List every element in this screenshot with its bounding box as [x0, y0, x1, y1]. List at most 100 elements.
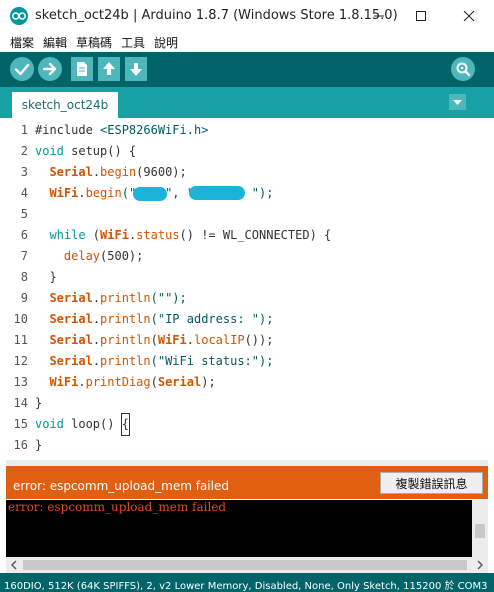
line-number: 1: [20, 123, 28, 137]
menu-file[interactable]: 檔案: [10, 34, 34, 51]
code-line: 1 #include <ESP8266WiFi.h>: [6, 120, 488, 141]
upload-icon: [42, 62, 57, 76]
save-button[interactable]: [125, 57, 147, 81]
line-number: 3: [20, 165, 28, 179]
code-token: status: [136, 228, 180, 242]
line-number: 14: [13, 396, 28, 410]
copy-error-button[interactable]: 複製錯誤訊息: [380, 472, 483, 494]
window-title: sketch_oct24b | Arduino 1.8.7 (Windows S…: [35, 8, 398, 23]
matching-bracket: {: [120, 413, 130, 436]
code-token: .: [78, 186, 86, 200]
code-line: 12 Serial.println("WiFi status:");: [6, 351, 488, 372]
line-number: 11: [13, 333, 28, 347]
scroll-right-button[interactable]: [472, 557, 488, 573]
menu-edit[interactable]: 編輯: [43, 34, 67, 51]
code-line: 5: [6, 204, 488, 225]
line-number: 9: [20, 291, 28, 305]
redaction-mark: [133, 187, 167, 201]
code-token: #include: [35, 123, 101, 137]
verify-icon: [14, 63, 30, 76]
code-token: .: [92, 165, 101, 179]
scroll-left-button[interactable]: [6, 557, 22, 573]
code-token: }: [35, 438, 43, 452]
verify-button[interactable]: [10, 57, 34, 81]
new-icon: [77, 62, 87, 76]
code-token: Serial: [157, 375, 202, 389]
code-line: 14 }: [6, 393, 488, 414]
line-number: 16: [13, 438, 28, 452]
error-message: error: espcomm_upload_mem failed: [13, 479, 229, 493]
menu-sketch[interactable]: 草稿碼: [76, 34, 112, 51]
toolbar: [0, 52, 494, 87]
code-line: 10 Serial.println("IP address: ");: [6, 309, 488, 330]
tab-bar: sketch_oct24b: [0, 87, 494, 118]
line-number: 12: [13, 354, 28, 368]
code-line: 4 WiFi.begin(" ", " ");: [6, 183, 488, 204]
code-editor[interactable]: 1 #include <ESP8266WiFi.h> 2 void setup(…: [6, 118, 488, 460]
board-status: 160DIO, 512K (64K SPIFFS), 2, v2 Lower M…: [4, 581, 488, 592]
code-line: 3 Serial.begin(9600);: [6, 162, 488, 183]
code-token: while: [49, 228, 86, 242]
console-output[interactable]: error: espcomm_upload_mem failed: [6, 500, 488, 557]
tab-menu-button[interactable]: [449, 94, 466, 110]
code-token: begin: [100, 165, 137, 179]
minimize-button[interactable]: [356, 0, 402, 32]
code-token: (: [150, 333, 158, 347]
title-bar: sketch_oct24b | Arduino 1.8.7 (Windows S…: [0, 0, 494, 32]
maximize-button[interactable]: [398, 0, 444, 32]
menu-tools[interactable]: 工具: [121, 34, 145, 51]
code-token: delay: [63, 249, 101, 263]
code-token: loop(): [63, 417, 122, 431]
tab-sketch[interactable]: sketch_oct24b: [12, 92, 118, 118]
code-token: ("");: [150, 291, 187, 305]
code-line: 13 WiFi.printDiag(Serial);: [6, 372, 488, 393]
scroll-thumb[interactable]: [475, 524, 485, 538]
code-token: (: [85, 228, 101, 242]
menu-help[interactable]: 說明: [154, 34, 178, 51]
arduino-logo-icon: [10, 7, 28, 25]
serial-monitor-icon: [456, 62, 471, 77]
line-number: 10: [13, 312, 28, 326]
console-horizontal-scrollbar[interactable]: [6, 557, 488, 573]
code-token: (: [150, 375, 158, 389]
code-token: WiFi: [100, 228, 129, 242]
chevron-right-icon: [477, 560, 483, 570]
code-token: (9600);: [136, 165, 187, 179]
console-line: error: espcomm_upload_mem failed: [8, 500, 227, 514]
code-token: Serial: [49, 165, 93, 179]
console-vertical-scrollbar[interactable]: [472, 500, 488, 557]
redaction-mark: [189, 186, 245, 200]
upload-button[interactable]: [38, 57, 62, 81]
code-token: .: [186, 333, 194, 347]
serial-monitor-button[interactable]: [451, 57, 475, 81]
code-token: ());: [244, 333, 274, 347]
minimize-icon: [374, 15, 384, 17]
code-line: 9 Serial.println("");: [6, 288, 488, 309]
menu-bar: 檔案 編輯 草稿碼 工具 說明: [0, 32, 494, 52]
code-token: localIP: [194, 333, 245, 347]
code-line: 8 }: [6, 267, 488, 288]
line-number: 2: [20, 144, 28, 158]
code-token: (500);: [100, 249, 144, 263]
open-button[interactable]: [98, 57, 120, 81]
line-number: 7: [20, 249, 28, 263]
code-token: WiFi: [49, 375, 79, 389]
code-token: println: [100, 333, 151, 347]
new-button[interactable]: [71, 57, 93, 81]
error-bar: error: espcomm_upload_mem failed 複製錯誤訊息: [6, 466, 488, 499]
scroll-thumb[interactable]: [23, 560, 467, 570]
chevron-left-icon: [11, 560, 17, 570]
open-icon: [103, 62, 115, 75]
code-token: WiFi: [49, 186, 79, 200]
close-button[interactable]: [446, 0, 492, 32]
code-token: () != WL_CONNECTED) {: [179, 228, 332, 242]
code-token: .: [92, 333, 101, 347]
code-token: WiFi: [157, 333, 187, 347]
code-token: ("WiFi status:");: [150, 354, 274, 368]
close-icon: [463, 10, 475, 22]
